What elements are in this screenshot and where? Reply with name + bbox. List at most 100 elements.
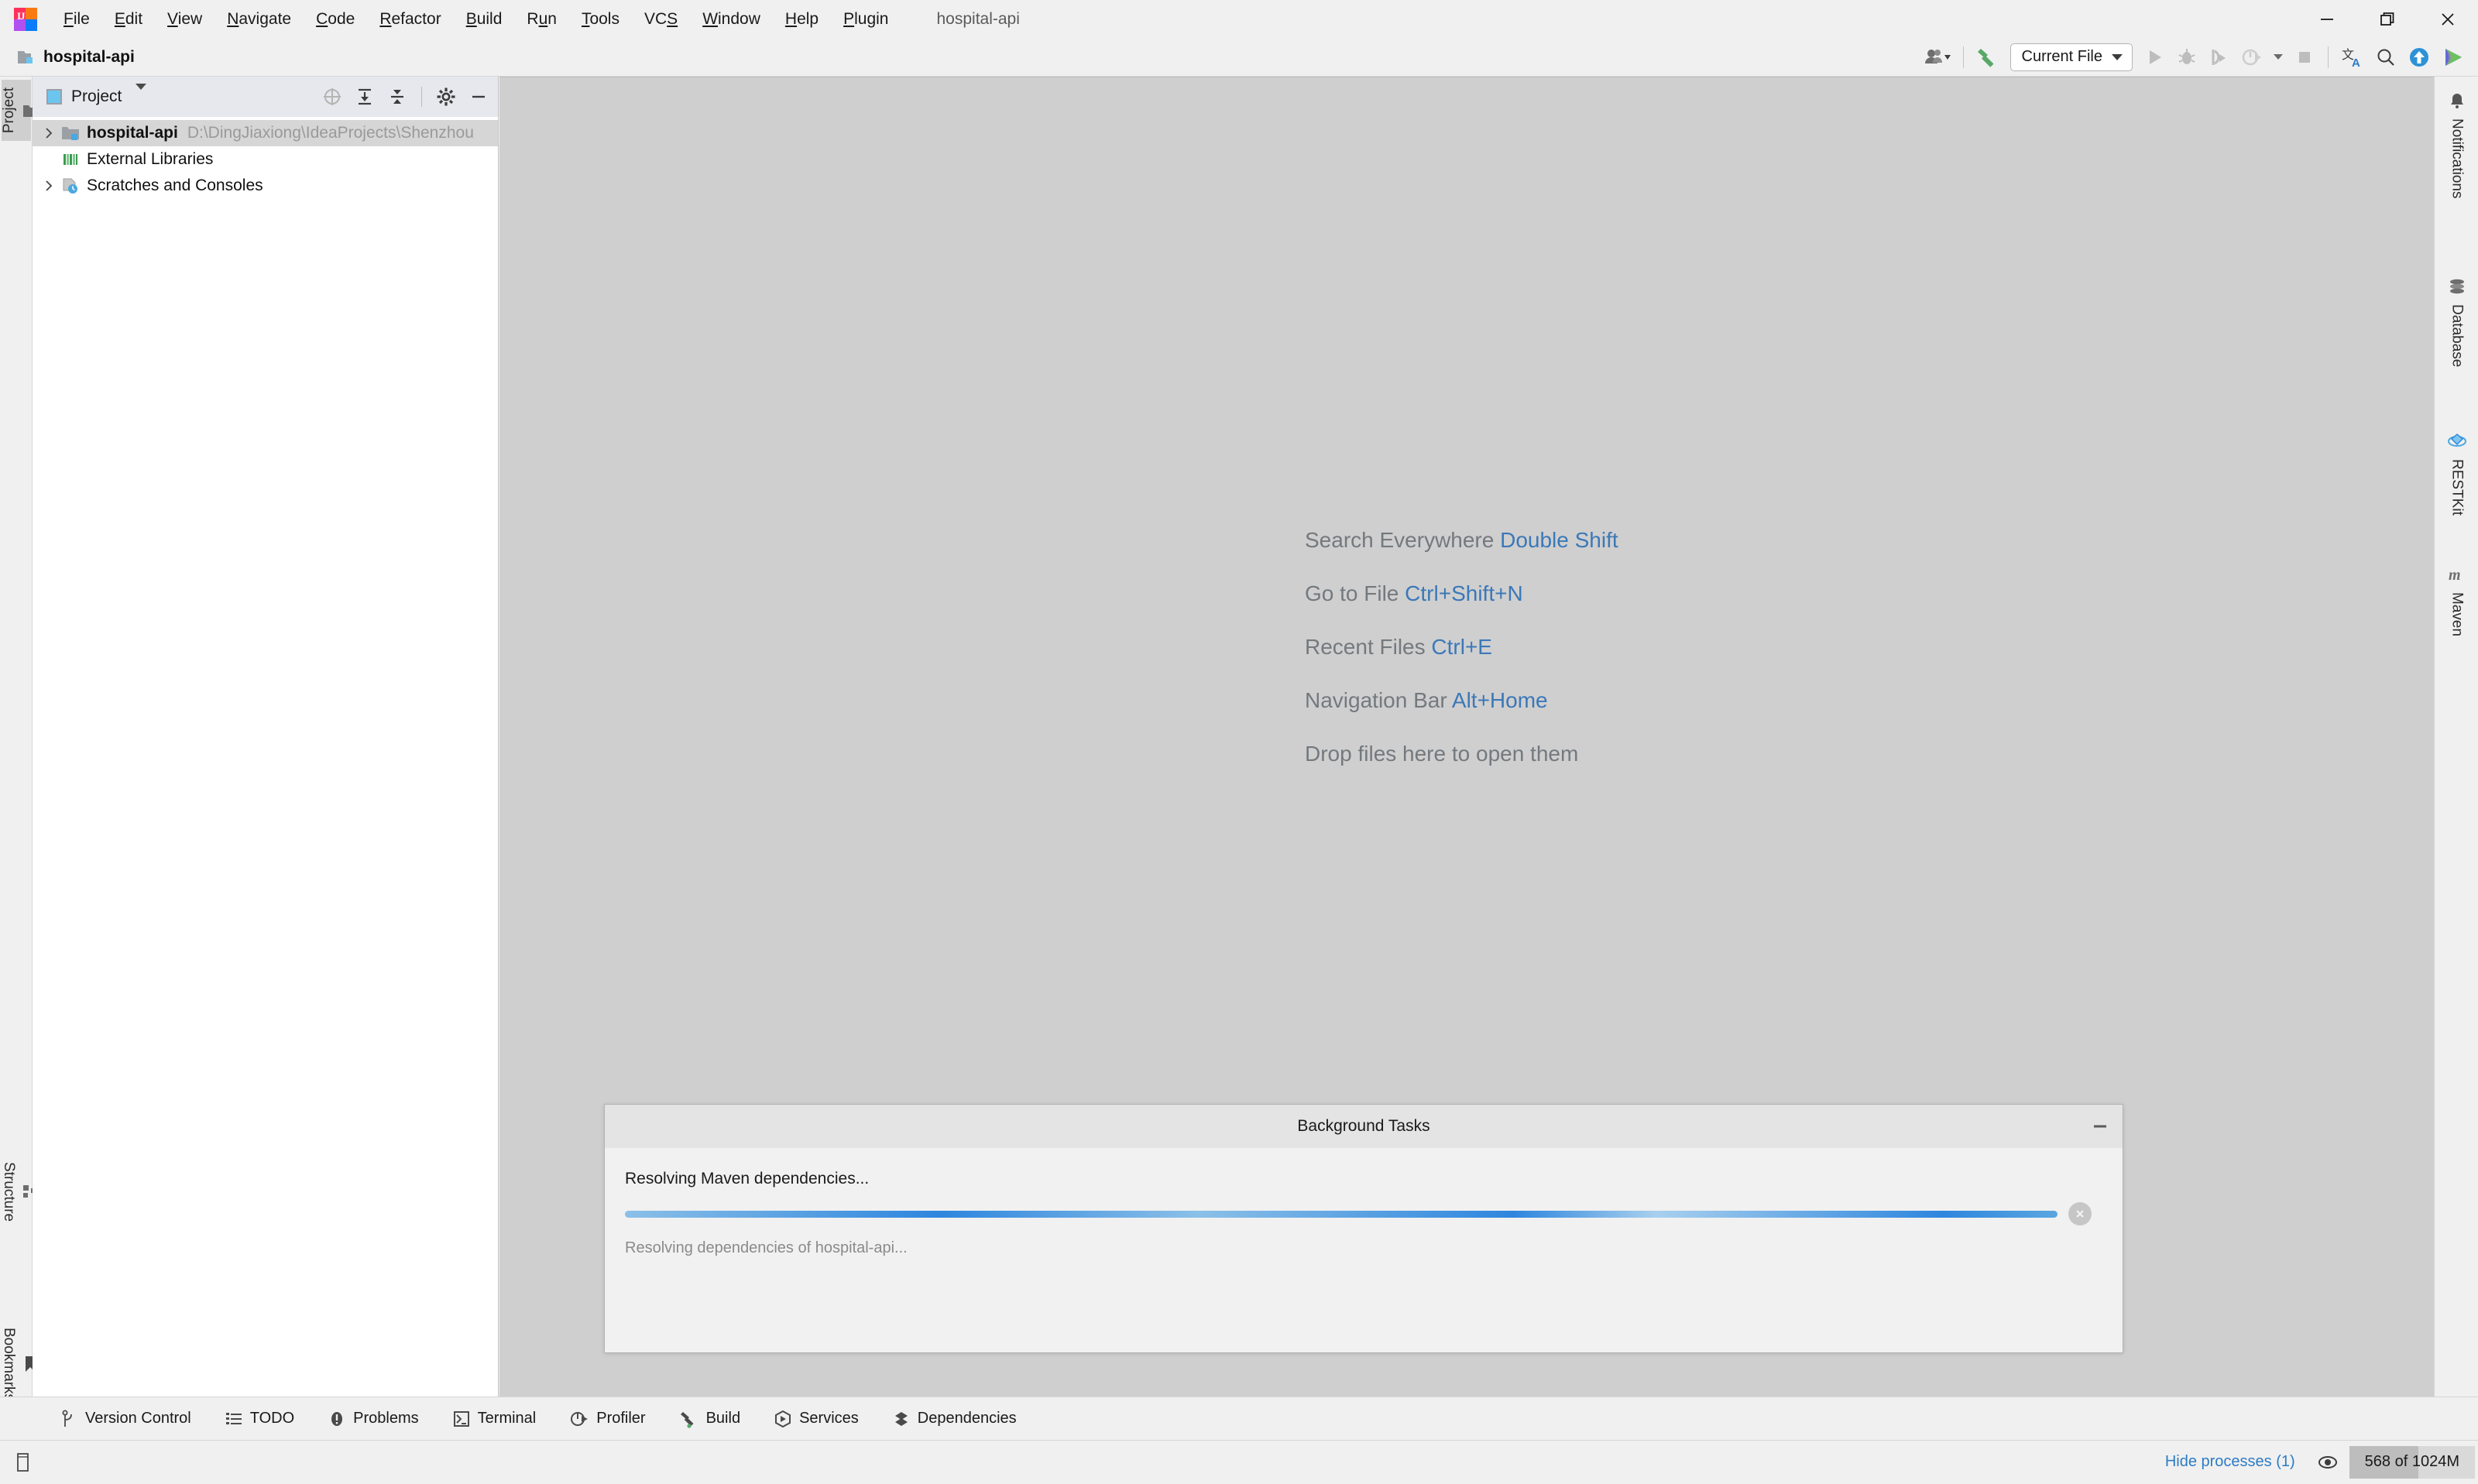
window-title: hospital-api [936,10,1019,29]
search-magnifier-icon[interactable] [2370,42,2402,73]
restore-icon[interactable] [2357,0,2418,38]
chevron-right-icon[interactable] [40,127,57,139]
hint-shortcut: Alt+Home [1452,688,1548,712]
bottom-item-label: Dependencies [918,1410,1017,1427]
svg-text:m: m [2449,567,2461,584]
ide-feature-icon[interactable] [2436,42,2470,73]
toolbar-separator-1 [1963,46,1964,68]
translate-icon[interactable]: 文 A [2336,42,2370,73]
menu-help[interactable]: Help [773,6,831,32]
bottom-item-profiler[interactable]: Profiler [553,1405,662,1433]
hide-processes-link[interactable]: Hide processes (1) [2154,1453,2306,1471]
menu-plugin[interactable]: Plugin [831,6,901,32]
project-tree: hospital-api D:\DingJiaxiong\IdeaProject… [33,117,498,199]
sidebar-item-database-label: Database [2450,304,2465,367]
select-opened-file-icon[interactable] [317,82,347,111]
run-play-icon[interactable] [2138,42,2171,73]
hide-minimize-icon[interactable] [464,82,493,111]
sidebar-item-restkit[interactable]: RESTKit [2438,423,2476,523]
status-left-icon[interactable] [14,1451,31,1473]
project-tool-window-header: Project [33,77,498,117]
profile-icon[interactable] [2236,42,2268,73]
title-menu-bar: IJ File Edit View Navigate Code Refactor… [0,0,2478,38]
task-title: Resolving Maven dependencies... [625,1170,2092,1188]
debug-bug-icon[interactable] [2171,42,2203,73]
bottom-item-version-control[interactable]: Version Control [43,1405,208,1433]
sidebar-item-structure[interactable]: Structure [2,1154,31,1229]
bottom-item-terminal[interactable]: Terminal [436,1405,554,1432]
stop-square-icon[interactable] [2288,42,2321,73]
bottom-item-dependencies[interactable]: Dependencies [876,1405,1034,1432]
progress-bar [625,1211,2058,1218]
tree-item-path: D:\DingJiaxiong\IdeaProjects\Shenzhou [187,124,474,142]
run-configuration-selector[interactable]: Current File [2010,43,2133,71]
profile-dropdown-icon[interactable] [2268,42,2288,73]
collapse-all-icon[interactable] [383,82,412,111]
hint-search-everywhere: Search Everywhere Double Shift [1305,526,1618,554]
menu-run[interactable]: Run [514,6,569,32]
memory-indicator[interactable]: 568 of 1024M [2349,1446,2475,1479]
status-bar-left [0,1451,31,1473]
user-account-icon[interactable] [1919,42,1956,73]
chevron-down-icon [2112,54,2123,60]
chevron-down-icon[interactable] [136,90,146,104]
logo-label: IJ [17,10,25,22]
bottom-item-label: Terminal [478,1410,537,1427]
settings-gear-icon[interactable] [431,82,461,111]
menu-view[interactable]: View [155,6,215,32]
cancel-circle-icon[interactable] [2068,1202,2092,1225]
sidebar-item-project[interactable]: Project [2,80,31,141]
run-configuration-label: Current File [2022,48,2102,66]
project-tool-window-title: Project [71,87,122,106]
module-folder-icon [60,125,81,142]
update-arrow-icon[interactable] [2402,42,2436,73]
menu-edit[interactable]: Edit [102,6,155,32]
menu-refactor[interactable]: Refactor [367,6,453,32]
chevron-right-icon[interactable] [40,180,57,192]
menu-build[interactable]: Build [454,6,515,32]
sidebar-item-maven[interactable]: m Maven [2438,557,2476,644]
tree-item-label: Scratches and Consoles [87,177,263,195]
menu-navigate[interactable]: Navigate [215,6,304,32]
problems-warning-icon [328,1410,345,1427]
database-icon [2448,278,2466,296]
background-tasks-title: Background Tasks [1297,1117,1429,1136]
sidebar-item-database[interactable]: Database [2438,270,2476,375]
task-progress-row [625,1202,2092,1225]
window-controls [2297,0,2478,38]
menu-window[interactable]: Window [690,6,773,32]
sidebar-item-notifications[interactable]: Notifications [2438,84,2476,207]
notifications-bell-icon [2448,92,2466,111]
bottom-item-services[interactable]: Services [757,1405,876,1432]
bottom-item-label: Build [706,1410,740,1427]
minimize-icon[interactable] [2087,1113,2113,1140]
project-tool-window-actions [317,82,493,111]
tree-item-hospital-api[interactable]: hospital-api D:\DingJiaxiong\IdeaProject… [33,120,498,146]
menu-file[interactable]: File [51,6,102,32]
menu-code[interactable]: Code [304,6,367,32]
bottom-item-label: Profiler [596,1410,645,1427]
close-icon[interactable] [2418,0,2478,38]
menu-bar: File Edit View Navigate Code Refactor Bu… [51,6,901,32]
toolbar-separator-2 [2328,46,2329,68]
bottom-item-problems[interactable]: Problems [311,1405,435,1432]
todo-list-icon [225,1410,242,1427]
project-name[interactable]: hospital-api [43,48,135,67]
sidebar-item-notifications-label: Notifications [2450,118,2465,199]
menu-tools[interactable]: Tools [569,6,632,32]
terminal-icon [453,1410,470,1427]
hint-label: Go to File [1305,581,1405,605]
menu-vcs[interactable]: VCS [632,6,690,32]
run-with-coverage-icon[interactable] [2203,42,2236,73]
eye-icon[interactable] [2306,1454,2349,1471]
hint-label: Drop files here to open them [1305,742,1578,766]
tree-item-scratches-and-consoles[interactable]: Scratches and Consoles [33,173,498,199]
bottom-item-todo[interactable]: TODO [208,1405,311,1432]
sidebar-item-bookmarks[interactable]: Bookmarks [2,1320,31,1409]
background-tasks-popup: Background Tasks Resolving Maven depende… [604,1104,2123,1353]
build-hammer-icon[interactable] [1971,42,2005,73]
expand-all-icon[interactable] [350,82,379,111]
bottom-item-build[interactable]: Build [663,1405,757,1433]
tree-item-external-libraries[interactable]: External Libraries [33,146,498,173]
minimize-icon[interactable] [2297,0,2357,38]
